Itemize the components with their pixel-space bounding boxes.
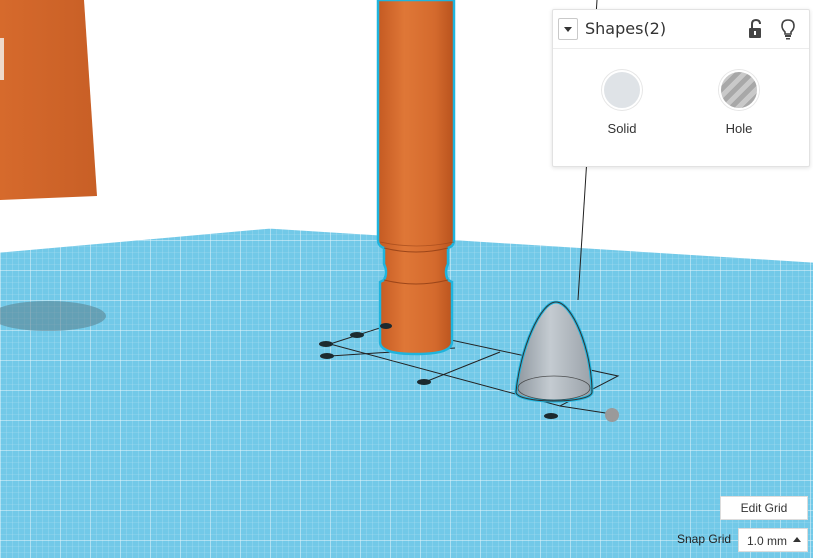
resize-handle — [380, 323, 392, 329]
solid-swatch-icon — [602, 70, 642, 110]
solid-option[interactable]: Solid — [577, 70, 667, 150]
solid-label: Solid — [607, 121, 637, 136]
shapes-inspector-panel: Shapes(2) Solid Hole — [552, 9, 810, 167]
resize-handle — [320, 353, 334, 359]
resize-handle — [319, 341, 333, 347]
hole-label: Hole — [725, 121, 753, 136]
snap-grid-select[interactable]: 1.0 mm — [738, 528, 808, 552]
peg-shape[interactable] — [376, 0, 456, 356]
panel-header: Shapes(2) — [553, 10, 809, 49]
edit-grid-button[interactable]: Edit Grid — [720, 496, 808, 520]
hole-swatch-icon — [719, 70, 759, 110]
chevron-up-icon — [793, 537, 801, 542]
chevron-down-icon — [564, 26, 572, 32]
hole-option[interactable]: Hole — [694, 70, 784, 150]
panel-title: Shapes(2) — [585, 19, 667, 38]
left-shape[interactable] — [0, 0, 97, 200]
resize-handle — [544, 413, 558, 419]
snap-grid-value: 1.0 mm — [747, 534, 788, 548]
resize-handle — [350, 332, 364, 338]
unlock-icon[interactable] — [745, 18, 767, 40]
resize-handle — [417, 379, 431, 385]
rotate-handle[interactable] — [605, 408, 619, 422]
lightbulb-icon[interactable] — [777, 18, 799, 40]
collapse-button[interactable] — [558, 18, 578, 40]
snap-grid-label: Snap Grid — [677, 532, 732, 546]
